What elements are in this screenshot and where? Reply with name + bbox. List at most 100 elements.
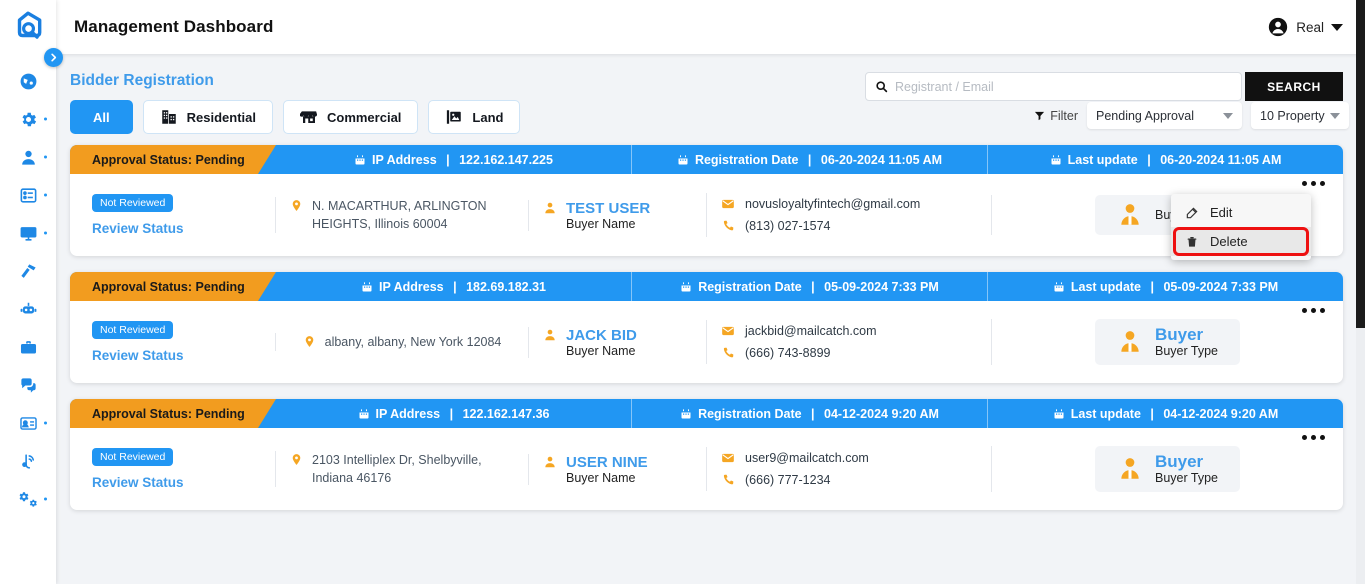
phone-icon [723, 474, 734, 485]
review-status-label[interactable]: Review Status [92, 475, 261, 490]
buyer-name-label: Buyer Name [566, 343, 636, 358]
gear-icon [21, 112, 36, 126]
buyer-type-text: Buyer Buyer Type [1155, 452, 1218, 485]
card-header: Approval Status: Pending IP Address | 12… [70, 145, 1343, 174]
calendar-icon [1054, 281, 1064, 291]
ip-address-label: IP Address [378, 279, 444, 294]
sidebar-item-briefcase[interactable] [0, 328, 56, 366]
sidebar-item-dot [44, 231, 47, 235]
status-badge: Not Reviewed [92, 448, 174, 466]
section-title: Bidder Registration [70, 72, 214, 89]
card-header: Approval Status: Pending IP Address | 12… [70, 399, 1343, 428]
buyer-type-label: Buyer Type [1154, 344, 1218, 359]
tab-land[interactable]: Land [428, 100, 521, 134]
sidebar-item-dashboard[interactable] [0, 62, 56, 100]
tab-commercial[interactable]: Commercial [282, 100, 419, 134]
last-update-cell: Last update | 05-09-2024 7:33 PM [987, 272, 1343, 301]
buyer-type-box: Buyer Buyer Type [1094, 318, 1240, 366]
email-value: jackbid@mailcatch.com [745, 324, 877, 338]
registration-date-label: Registration Date [698, 406, 802, 421]
review-status-label[interactable]: Review Status [92, 221, 261, 236]
phone-icon [723, 347, 734, 358]
page-scrollbar[interactable] [1356, 0, 1365, 584]
contact-column: jackbid@mailcatch.com (666) 743-8899 [706, 320, 991, 364]
buyer-person-icon [1121, 331, 1139, 352]
person-icon [545, 329, 555, 341]
sidebar-item-contacts[interactable] [0, 404, 56, 442]
chevron-down-icon [1331, 23, 1343, 31]
registration-list: Approval Status: Pending IP Address | 12… [56, 145, 1357, 510]
registration-date-value: 05-09-2024 7:33 PM [824, 279, 939, 294]
last-update-value: 04-12-2024 9:20 AM [1163, 406, 1279, 421]
buyer-name-value[interactable]: JACK BID [566, 327, 637, 344]
registration-card: Approval Status: Pending IP Address | 12… [70, 399, 1343, 510]
sidebar-item-broadcast[interactable] [0, 442, 56, 480]
app-logo[interactable] [0, 0, 56, 54]
registration-card: Approval Status: Pending IP Address | 18… [70, 272, 1343, 383]
registration-date-cell: Registration Date | 05-09-2024 7:33 PM [631, 272, 987, 301]
sidebar-item-list[interactable] [0, 176, 56, 214]
tab-label: Commercial [326, 109, 402, 125]
address-column: 2103 Intelliplex Dr, Shelbyville, Indian… [275, 450, 528, 488]
sidebar-item-settings[interactable] [0, 100, 56, 138]
row-actions-button[interactable] [1302, 308, 1325, 313]
account-circle-icon [1269, 17, 1288, 37]
filter-controls: Filter Pending Approval 10 Property [1034, 102, 1349, 129]
tab-residential[interactable]: Residential [142, 100, 273, 134]
buyer-name-column: USER NINE Buyer Name [528, 453, 706, 485]
sidebar-item-monitor[interactable] [0, 214, 56, 252]
sidebar-item-dot [44, 117, 47, 121]
sidebar-item-automation[interactable] [0, 290, 56, 328]
topbar: Management Dashboard Real [56, 0, 1365, 54]
ip-address-label: IP Address [375, 406, 441, 421]
email-icon [722, 453, 734, 463]
sidebar-item-advanced-settings[interactable] [0, 480, 56, 518]
status-filter-dropdown[interactable]: Pending Approval [1087, 102, 1242, 129]
menu-item-label: Edit [1210, 205, 1233, 220]
review-status-column: Not Reviewed Review Status [70, 321, 275, 363]
email-line: user9@mailcatch.com [721, 451, 977, 465]
profile-menu[interactable]: Real [1267, 16, 1343, 38]
count-filter-dropdown[interactable]: 10 Property [1251, 102, 1349, 129]
filter-label: Filter [1050, 108, 1078, 123]
review-status-label[interactable]: Review Status [92, 348, 261, 363]
menu-item-edit[interactable]: Edit [1171, 198, 1311, 227]
profile-name: Real [1296, 19, 1324, 35]
address-column: albany, albany, New York 12084 [275, 332, 528, 352]
ip-address-cell: IP Address | 122.162.147.36 [276, 399, 631, 428]
calendar-icon [1054, 408, 1064, 418]
tab-all[interactable]: All [70, 100, 133, 134]
buyer-name-label: Buyer Name [566, 216, 636, 231]
page-scrollbar-thumb[interactable] [1356, 0, 1365, 328]
menu-item-delete[interactable]: Delete [1171, 227, 1311, 256]
sidebar-collapse-toggle[interactable] [44, 48, 63, 67]
registration-date-cell: Registration Date | 06-20-2024 11:05 AM [631, 145, 987, 174]
buyer-type-text: Buyer Buyer Type [1154, 325, 1218, 359]
row-actions-button[interactable] [1302, 181, 1325, 186]
buyer-type-box: Buyer Buyer Type [1094, 445, 1240, 493]
sidebar-item-tools[interactable] [0, 252, 56, 290]
sidebar-item-users[interactable] [0, 138, 56, 176]
chat-bubbles-icon [20, 377, 36, 393]
contact-column: user9@mailcatch.com (666) 777-1234 [706, 447, 991, 491]
row-actions-button[interactable] [1302, 435, 1325, 440]
buyer-name-value[interactable]: TEST USER [566, 200, 650, 217]
email-icon [722, 199, 734, 209]
phone-value: (666) 777-1234 [745, 473, 831, 487]
review-status-column: Not Reviewed Review Status [70, 194, 275, 236]
email-line: novusloyaltyfintech@gmail.com [721, 197, 977, 211]
main-area: Management Dashboard Real Bidder Registr… [56, 0, 1365, 584]
funnel-icon [1035, 111, 1045, 121]
last-update-label: Last update [1067, 152, 1138, 167]
registration-date-label: Registration Date [698, 279, 802, 294]
buyer-name-value[interactable]: USER NINE [566, 454, 648, 471]
person-icon [545, 202, 555, 214]
sidebar-item-messages[interactable] [0, 366, 56, 404]
hammer-icon [20, 263, 36, 278]
sidebar-item-dot [44, 497, 47, 501]
address-value: 2103 Intelliplex Dr, Shelbyville, Indian… [312, 452, 482, 485]
briefcase-icon [20, 340, 36, 353]
ip-address-cell: IP Address | 122.162.147.225 [276, 145, 631, 174]
ip-address-value: 122.162.147.225 [459, 152, 553, 167]
page-title: Management Dashboard [74, 17, 274, 36]
